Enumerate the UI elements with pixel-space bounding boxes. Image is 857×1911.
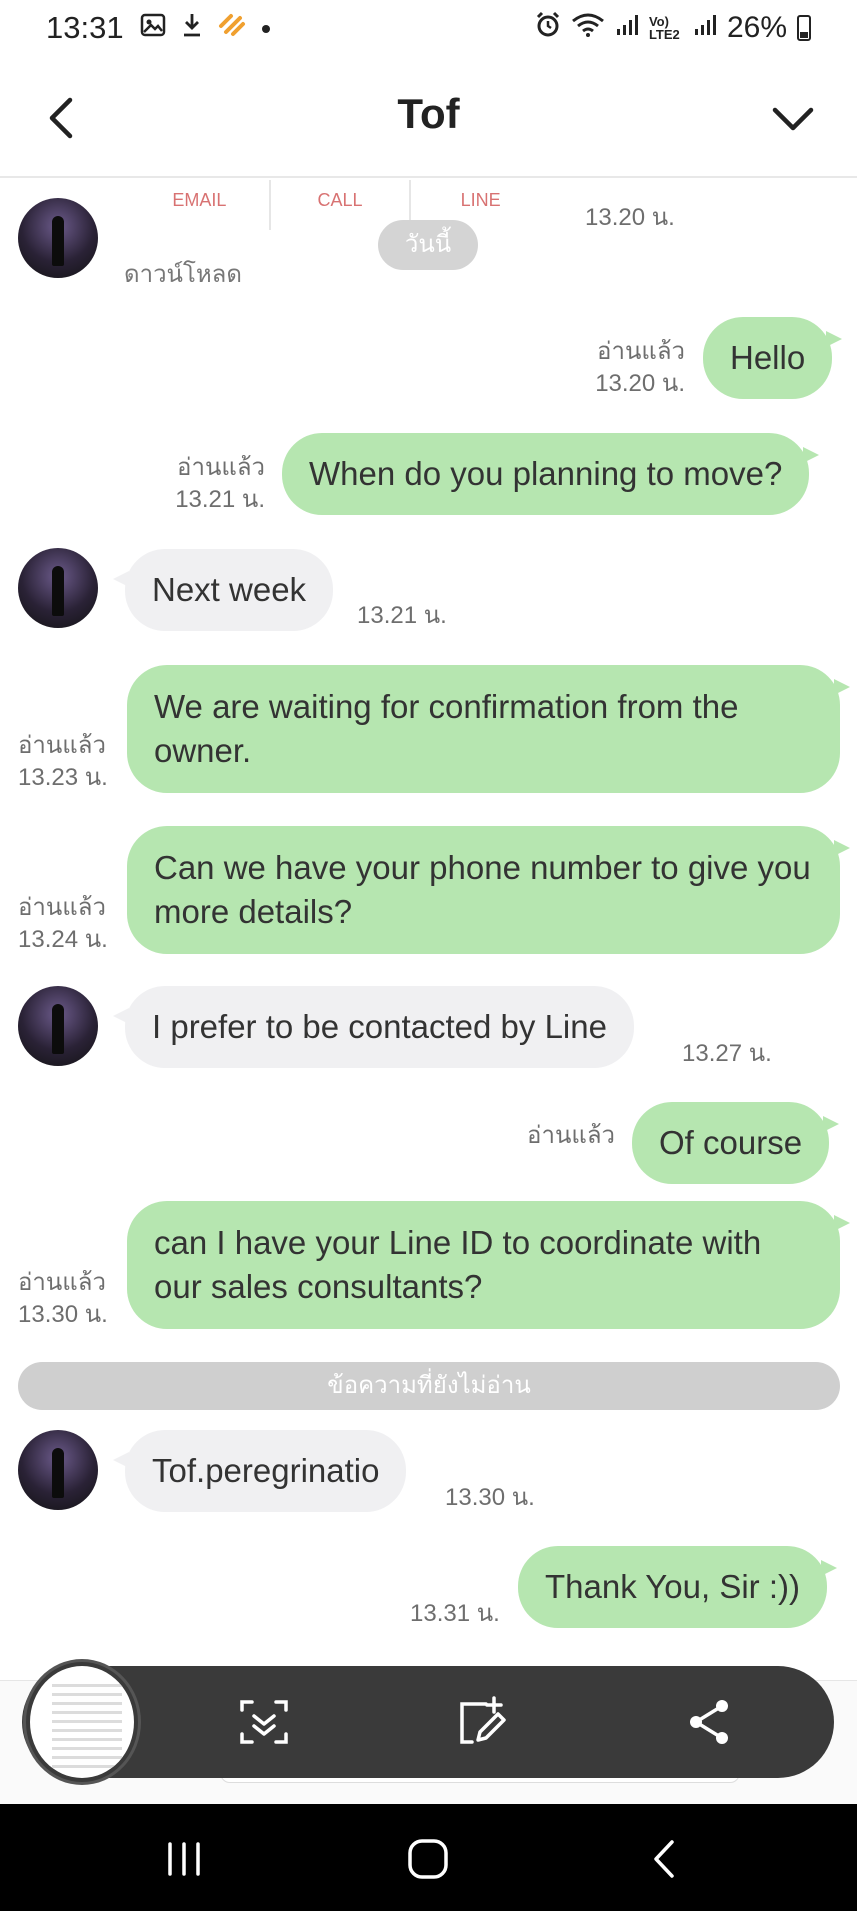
edit-screenshot-icon [460, 1696, 506, 1744]
message-bubble-outgoing[interactable]: When do you planning to move? [282, 433, 820, 515]
system-nav-bar [0, 1804, 857, 1911]
download-link[interactable]: ดาวน์โหลด [124, 254, 242, 293]
signal-icon-2 [693, 13, 717, 44]
chevron-down-icon [772, 107, 814, 131]
read-status: อ่านแล้ว [18, 1269, 106, 1296]
share-button[interactable] [682, 1694, 738, 1750]
avatar[interactable] [18, 986, 98, 1066]
home-button[interactable] [398, 1834, 458, 1884]
message-time: 13.24 น. [18, 926, 108, 953]
avatar[interactable] [18, 1430, 98, 1510]
screenshot-thumbnail[interactable] [26, 1662, 138, 1782]
status-time: 13:31 [46, 10, 124, 45]
status-bar: 13:31 Vo) LTE2 26% [0, 0, 857, 56]
message-bubble-outgoing[interactable]: Of course [632, 1102, 840, 1184]
message-time: 13.21 น. [357, 602, 447, 629]
scroll-capture-button[interactable] [236, 1694, 292, 1750]
message-bubble-outgoing[interactable]: We are waiting for confirmation from the… [127, 665, 850, 793]
contact-card-tabs: EMAIL CALL LINE [130, 180, 550, 230]
message-bubble-incoming[interactable]: Tof.peregrinatio [112, 1430, 407, 1512]
avatar[interactable] [18, 198, 98, 278]
scroll-capture-icon [240, 1700, 288, 1744]
message-time: 13.30 น. [18, 1301, 108, 1328]
back-nav-button[interactable] [636, 1834, 696, 1884]
message-time: 13.27 น. [682, 1040, 772, 1067]
message-meta: อ่านแล้ว 13.20 น. [560, 336, 685, 400]
battery-percent: 26% [726, 11, 787, 44]
recents-button[interactable] [154, 1834, 214, 1884]
unread-divider: ข้อความที่ยังไม่อ่าน [18, 1362, 840, 1410]
message-time: 13.21 น. [175, 486, 265, 513]
chat-header: Tof [0, 60, 857, 178]
read-status: อ่านแล้ว [18, 732, 106, 759]
read-status: อ่านแล้ว [177, 454, 265, 481]
message-time: 13.30 น. [445, 1484, 535, 1511]
chat-area[interactable]: EMAIL CALL LINE ดาวน์โหลด วันนี้ 13.20 น… [0, 180, 857, 1680]
battery-icon [797, 15, 811, 41]
message-bubble-outgoing[interactable]: Thank You, Sir :)) [518, 1546, 837, 1628]
expand-menu-button[interactable] [769, 88, 817, 148]
read-status: อ่านแล้ว [527, 1122, 615, 1149]
message-bubble-outgoing[interactable]: Hello [703, 317, 843, 399]
card-tab-email[interactable]: EMAIL [130, 180, 271, 230]
message-bubble-outgoing[interactable]: Can we have your phone number to give yo… [127, 826, 850, 954]
message-bubble-incoming[interactable]: Next week [112, 549, 334, 631]
message-time: 13.23 น. [18, 764, 108, 791]
date-chip: วันนี้ [378, 220, 478, 270]
status-right: Vo) LTE2 26% [535, 11, 811, 46]
message-time: 13.20 น. [585, 204, 675, 231]
screenshot-toolbar [22, 1662, 834, 1782]
message-time: 13.20 น. [595, 370, 685, 397]
volte-icon: Vo) LTE2 [648, 14, 680, 42]
read-status: อ่านแล้ว [18, 894, 106, 921]
dot-icon [260, 14, 272, 42]
status-left-icons [140, 12, 272, 45]
app-icon [218, 12, 246, 45]
avatar[interactable] [18, 548, 98, 628]
read-status: อ่านแล้ว [597, 338, 685, 365]
message-bubble-incoming[interactable]: I prefer to be contacted by Line [113, 986, 634, 1068]
back-icon [654, 1840, 674, 1878]
home-icon [408, 1839, 448, 1879]
message-bubble-outgoing[interactable]: can I have your Line ID to coordinate wi… [127, 1201, 850, 1329]
page-title: Tof [397, 90, 460, 137]
image-icon [140, 12, 166, 45]
message-meta: อ่านแล้ว 13.23 น. [18, 730, 113, 794]
download-icon [180, 12, 204, 45]
message-meta: อ่านแล้ว 13.24 น. [18, 892, 113, 956]
share-icon [690, 1700, 728, 1744]
recents-icon [168, 1842, 200, 1876]
signal-icon [615, 13, 639, 44]
thumbnail-preview [52, 1684, 122, 1768]
message-meta: อ่านแล้ว 13.21 น. [140, 452, 265, 516]
message-time: 13.31 น. [410, 1600, 500, 1627]
alarm-icon [535, 11, 561, 46]
edit-screenshot-button[interactable] [454, 1694, 510, 1750]
message-meta: อ่านแล้ว 13.30 น. [18, 1267, 113, 1331]
wifi-icon [571, 12, 605, 45]
